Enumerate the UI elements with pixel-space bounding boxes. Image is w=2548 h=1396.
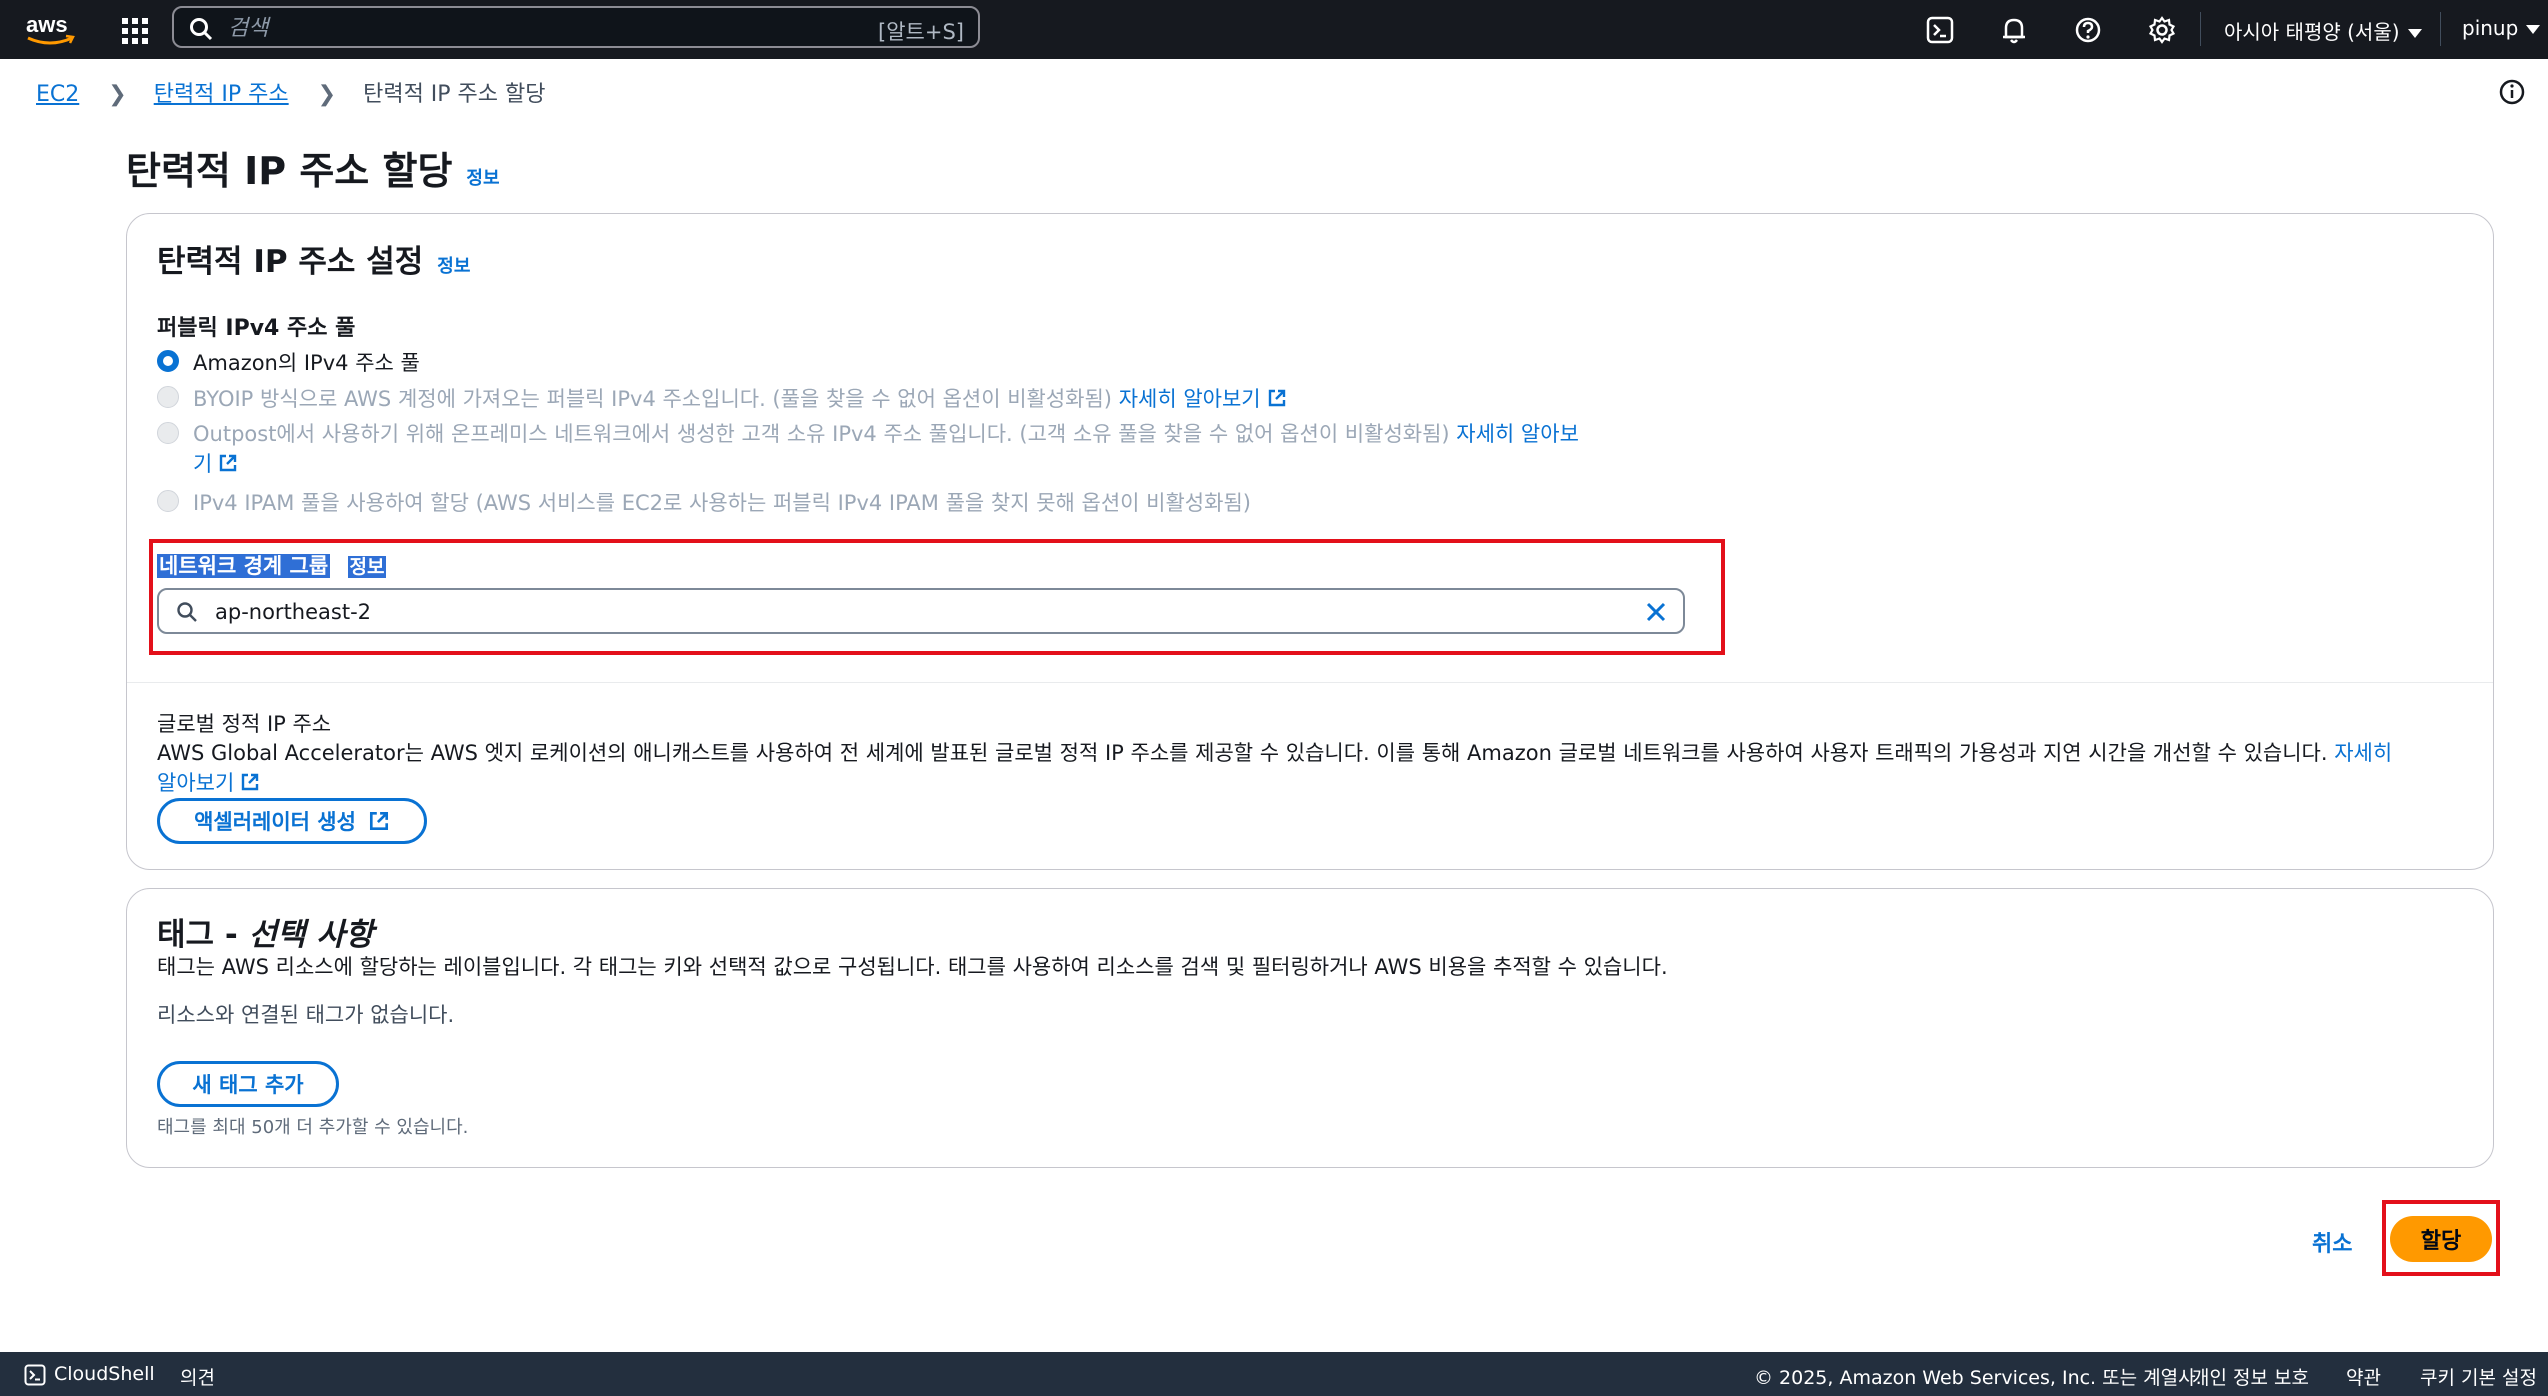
radio-byoip-text: BYOIP 방식으로 AWS 계정에 가져오는 퍼블릭 IPv4 주소입니다. … — [193, 387, 1112, 411]
external-link-icon — [220, 454, 237, 472]
svg-text:aws: aws — [26, 12, 68, 37]
cloudshell-link[interactable]: CloudShell — [54, 1363, 155, 1385]
nbg-input[interactable] — [213, 596, 1597, 628]
external-link-icon — [242, 773, 259, 791]
cookie-preferences-link[interactable]: 쿠키 기본 설정 — [2420, 1363, 2537, 1390]
search-icon — [190, 18, 213, 41]
network-border-group-select[interactable] — [157, 588, 1685, 634]
bell-icon[interactable] — [1996, 12, 2032, 48]
tags-empty-text: 리소스와 연결된 태그가 없습니다. — [157, 1003, 455, 1027]
copyright-text: © 2025, Amazon Web Services, Inc. 또는 계열사… — [1754, 1367, 2202, 1389]
cancel-button[interactable]: 취소 — [2312, 1226, 2352, 1258]
nav-divider — [2440, 12, 2441, 46]
section-divider — [127, 682, 2493, 683]
byoip-learn-more-link[interactable]: 자세히 알아보기 — [1119, 387, 1287, 411]
global-static-ip-label: 글로벌 정적 IP 주소 — [157, 712, 332, 736]
page-title: 탄력적 IP 주소 할당 정보 — [126, 140, 500, 195]
chevron-right-icon: ❯ — [108, 82, 127, 107]
privacy-link[interactable]: 개인 정보 보호 — [2192, 1363, 2309, 1390]
global-desc-text: AWS Global Accelerator는 AWS 엣지 로케이션의 애니캐… — [157, 741, 2328, 765]
caret-down-icon — [2526, 25, 2541, 34]
outpost-learn-more-link[interactable]: 자세히 알아보 — [1456, 422, 1579, 446]
services-grid-icon[interactable] — [118, 14, 152, 48]
page-info-link[interactable]: 정보 — [466, 168, 499, 189]
cloudshell-icon[interactable] — [1922, 12, 1958, 48]
radio-outpost — [157, 422, 179, 444]
settings-title-text: 탄력적 IP 주소 설정 — [157, 244, 424, 280]
tags-description: 태그는 AWS 리소스에 할당하는 레이블입니다. 각 태그는 키와 선택적 값… — [157, 955, 1668, 979]
search-icon — [177, 602, 197, 622]
outpost-learn-more-link-cont[interactable]: 기 — [193, 452, 238, 476]
allocate-label: 할당 — [2420, 1229, 2462, 1254]
feedback-link[interactable]: 의견 — [180, 1363, 215, 1390]
radio-amazon-pool[interactable] — [157, 350, 179, 372]
nbg-label-text: 네트워크 경계 그룹 — [157, 554, 331, 578]
tags-limit-text: 태그를 최대 50개 더 추가할 수 있습니다. — [157, 1117, 469, 1138]
external-link-icon — [1268, 389, 1285, 407]
info-panel-icon[interactable] — [2498, 78, 2526, 106]
radio-ipam — [157, 490, 179, 512]
breadcrumb: EC2 ❯ 탄력적 IP 주소 ❯ 탄력적 IP 주소 할당 — [36, 76, 546, 108]
account-label: pinup — [2462, 16, 2519, 40]
elastic-ip-settings-panel: 탄력적 IP 주소 설정 정보 퍼블릭 IPv4 주소 풀 Amazon의 IPv… — [126, 213, 2494, 870]
nbg-info-link[interactable]: 정보 — [347, 556, 387, 578]
radio-outpost-label: Outpost에서 사용하기 위해 온프레미스 네트워크에서 생성한 고객 소유… — [193, 419, 1793, 479]
search-shortcut: [알트+S] — [878, 20, 964, 44]
tags-title-optional: 선택 사항 — [248, 917, 374, 953]
tags-panel: 태그 - 선택 사항 태그는 AWS 리소스에 할당하는 레이블입니다. 각 태… — [126, 888, 2494, 1168]
global-learn-more-link-cont[interactable]: 알아보기 — [157, 771, 260, 795]
aws-logo[interactable]: aws — [24, 10, 76, 48]
chevron-right-icon: ❯ — [317, 82, 337, 107]
clear-icon[interactable] — [1643, 599, 1669, 625]
global-static-ip-desc: AWS Global Accelerator는 AWS 엣지 로케이션의 애니캐… — [157, 738, 2477, 798]
settings-info-link[interactable]: 정보 — [437, 256, 470, 277]
global-search[interactable]: [알트+S] — [172, 6, 980, 48]
tags-title: 태그 - 선택 사항 — [157, 909, 373, 954]
breadcrumb-ec2[interactable]: EC2 — [36, 82, 79, 107]
global-learn-more-text: 알아보기 — [157, 771, 235, 795]
search-input[interactable] — [226, 12, 830, 44]
allocate-highlight: 할당 — [2382, 1200, 2500, 1276]
console-footer: CloudShell 의견 © 2025, Amazon Web Service… — [0, 1352, 2548, 1396]
account-menu[interactable]: pinup — [2462, 16, 2541, 40]
breadcrumb-elastic-ips[interactable]: 탄력적 IP 주소 — [154, 82, 289, 107]
page-title-text: 탄력적 IP 주소 할당 — [126, 149, 453, 193]
terms-link[interactable]: 약관 — [2346, 1363, 2381, 1390]
nav-divider — [2200, 12, 2201, 46]
add-tag-button[interactable]: 새 태그 추가 — [157, 1061, 339, 1107]
allocate-button[interactable]: 할당 — [2390, 1216, 2492, 1262]
create-accelerator-button[interactable]: 액셀러레이터 생성 — [157, 798, 427, 844]
settings-title: 탄력적 IP 주소 설정 정보 — [157, 236, 470, 281]
create-accelerator-label: 액셀러레이터 생성 — [194, 810, 356, 834]
pool-label: 퍼블릭 IPv4 주소 풀 — [157, 316, 356, 341]
help-icon[interactable] — [2070, 12, 2106, 48]
gear-icon[interactable] — [2144, 12, 2180, 48]
region-label: 아시아 태평양 (서울) — [2224, 20, 2400, 44]
global-learn-more-link[interactable]: 자세히 — [2334, 741, 2392, 765]
breadcrumb-current: 탄력적 IP 주소 할당 — [363, 82, 546, 107]
radio-byoip — [157, 386, 179, 408]
caret-down-icon — [2407, 29, 2422, 38]
add-tag-label: 새 태그 추가 — [192, 1073, 304, 1097]
external-link-icon — [369, 811, 388, 831]
region-selector[interactable]: 아시아 태평양 (서울) — [2224, 16, 2422, 45]
outpost-learn-more-text: 기 — [193, 452, 213, 476]
radio-ipam-label: IPv4 IPAM 풀을 사용하여 할당 (AWS 서비스를 EC2로 사용하는… — [193, 491, 1251, 515]
radio-outpost-text: Outpost에서 사용하기 위해 온프레미스 네트워크에서 생성한 고객 소유… — [193, 422, 1450, 446]
radio-amazon-pool-label[interactable]: Amazon의 IPv4 주소 풀 — [193, 347, 420, 377]
tags-title-main: 태그 - — [157, 917, 249, 953]
radio-byoip-label: BYOIP 방식으로 AWS 계정에 가져오는 퍼블릭 IPv4 주소입니다. … — [193, 383, 1287, 413]
nbg-label: 네트워크 경계 그룹 정보 — [157, 550, 387, 580]
top-navigation: aws [알트+S] 아시아 태평양 (서울) — [0, 0, 2548, 59]
cloudshell-icon[interactable] — [24, 1364, 46, 1386]
byoip-learn-more-text: 자세히 알아보기 — [1118, 387, 1261, 411]
